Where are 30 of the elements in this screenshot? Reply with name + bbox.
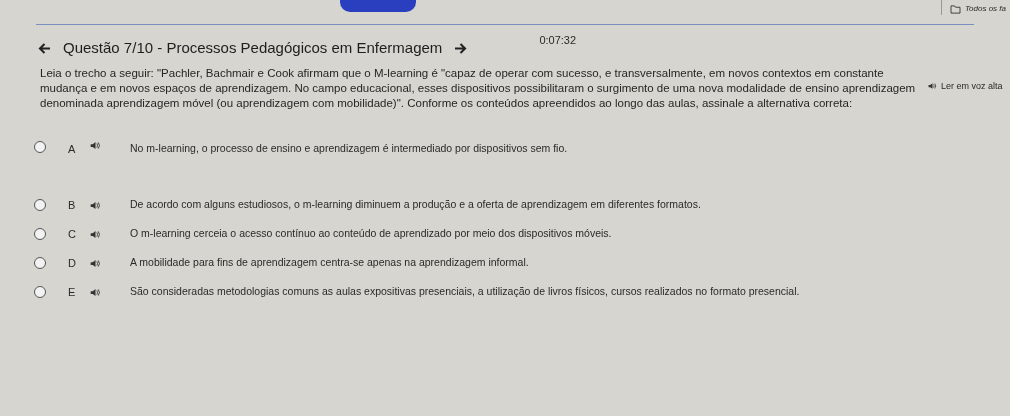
option-text[interactable]: De acordo com alguns estudiosos, o m-learning diminuem a produção e a oferta de aprendizagem em diferentes formatos. <box>130 197 701 213</box>
question-text: Leia o trecho a seguir: "Pachler, Bachmair e Cook afirmam que o M-learning é "capaz de operar com sucesso, e transversalmente, em novos contextos em constante mudança e em novos espaços de aprendizagem. No campo educacional, esses dispositivos possibilitaram o surgimento de uma nova modalidade de ensino aprendizagem denominada aprendizagem móvel (ou aprendizagem com mobilidade)". Conforme os conteúdos apreendidos ao longo das aulas, assinale a alternativa correta: <box>40 65 917 111</box>
bookmark-link[interactable]: Todos os fa <box>964 3 1006 15</box>
radio-button[interactable] <box>34 140 46 153</box>
option-letter: A <box>68 141 77 157</box>
option-text[interactable]: São consideradas metodologias comuns as aulas expositivas presenciais, a utilização de livros físicos, cursos realizados no formato presencial. <box>130 284 800 300</box>
radio-button[interactable] <box>34 199 46 211</box>
reload-button[interactable] <box>340 0 416 12</box>
question-title: Questão 7/10 - Processos Pedagógicos em Enfermagem <box>63 38 443 58</box>
speaker-icon[interactable] <box>90 140 101 150</box>
folder-icon <box>949 4 961 14</box>
radio-button[interactable] <box>34 257 46 269</box>
option-letter: D <box>68 255 77 271</box>
option-letter: C <box>68 226 77 242</box>
radio-button[interactable] <box>34 228 46 240</box>
speaker-icon[interactable] <box>928 82 937 91</box>
option-text[interactable]: O m-learning cerceia o acesso contínuo ao conteúdo de aprendizado por meio dos dispositivos móveis. <box>130 226 612 242</box>
speaker-icon[interactable] <box>90 229 101 239</box>
speaker-icon[interactable] <box>90 200 101 210</box>
back-arrow-icon[interactable] <box>38 42 51 54</box>
option-letter: B <box>68 197 77 213</box>
forward-arrow-icon[interactable] <box>454 42 468 54</box>
option-letter: E <box>68 284 77 300</box>
option-text[interactable]: A mobilidade para fins de aprendizagem centra-se apenas na aprendizagem informal. <box>130 255 529 271</box>
read-aloud-link[interactable]: Ler em voz alta <box>941 79 1003 93</box>
speaker-icon[interactable] <box>90 287 101 297</box>
option-text[interactable]: No m-learning, o processo de ensino e aprendizagem é intermediado por dispositivos sem fio. <box>130 140 568 157</box>
timer: 0:07:32 <box>539 33 577 48</box>
radio-button[interactable] <box>34 286 46 298</box>
speaker-icon[interactable] <box>90 258 101 268</box>
